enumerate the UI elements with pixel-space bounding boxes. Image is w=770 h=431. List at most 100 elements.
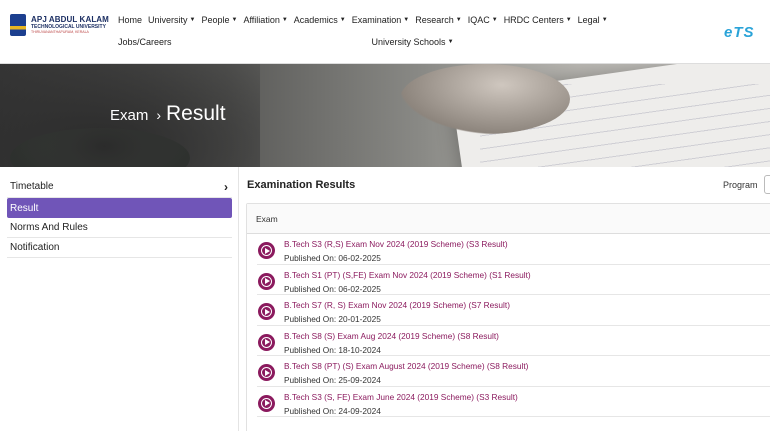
play-ring: [261, 367, 272, 378]
program-filter-label: Program: [723, 180, 758, 190]
logo-line-3: THIRUVANANTHAPURAM, KERALA: [31, 29, 89, 34]
play-circle-icon[interactable]: [258, 394, 275, 412]
caret-down-icon: ▼: [491, 17, 498, 23]
sidebar-item-notification[interactable]: Notification: [7, 238, 232, 258]
logo-line-2: TECHNOLOGICAL UNIVERSITY: [31, 23, 106, 30]
nav-item-label: Jobs/Careers: [118, 37, 172, 47]
result-title-link[interactable]: B.Tech S7 (R, S) Exam Nov 2024 (2019 Sch…: [284, 300, 510, 310]
page-title: Result: [166, 102, 226, 125]
sidebar: Timetable › Result Norms And Rules Notif…: [7, 176, 232, 258]
nav-item-label: Research: [415, 15, 454, 25]
play-ring: [261, 275, 272, 287]
content-divider: [238, 167, 239, 431]
logo-text: APJ ABDUL KALAM TECHNOLOGICAL UNIVERSITY…: [31, 14, 109, 35]
nav-item-research[interactable]: Research ▼: [415, 13, 461, 27]
play-triangle: [264, 369, 270, 376]
result-row[interactable]: B.Tech S3 (S, FE) Exam June 2024 (2019 S…: [257, 387, 770, 417]
caret-down-icon: ▼: [403, 17, 410, 23]
result-published-date: Published On: 06-02-2025: [284, 253, 381, 263]
nav-item-hrdc-centers[interactable]: HRDC Centers ▼: [504, 13, 572, 27]
page: APJ ABDUL KALAM TECHNOLOGICAL UNIVERSITY…: [0, 0, 770, 431]
play-ring: [261, 306, 272, 317]
sidebar-item-label: Timetable: [10, 181, 54, 192]
result-title-link[interactable]: B.Tech S1 (PT) (S,FE) Exam Nov 2024 (201…: [284, 270, 531, 280]
page-banner: Exam › Result: [0, 64, 770, 167]
result-row[interactable]: B.Tech S1 (PT) (S,FE) Exam Nov 2024 (201…: [257, 265, 770, 295]
play-triangle: [264, 400, 270, 406]
nav-item-people[interactable]: People ▼: [201, 13, 237, 27]
section-title: Examination Results: [247, 179, 356, 191]
nav-item-university[interactable]: University ▼: [148, 13, 195, 27]
results-list: B.Tech S3 (R,S) Exam Nov 2024 (2019 Sche…: [247, 234, 770, 417]
sidebar-item-label: Norms And Rules: [10, 222, 88, 233]
banner-hand-image: [400, 64, 570, 134]
caret-down-icon: ▼: [339, 17, 346, 23]
sidebar-item-norms-and-rules[interactable]: Norms And Rules: [7, 218, 232, 238]
sidebar-item-timetable[interactable]: Timetable ›: [7, 176, 232, 198]
result-published-date: Published On: 06-02-2025: [284, 283, 381, 294]
nav-item-label: Academics: [293, 15, 338, 25]
table-header: Exam: [247, 204, 770, 234]
play-ring: [261, 245, 272, 256]
caret-down-icon: ▼: [601, 17, 608, 23]
nav-item-label: People: [201, 15, 230, 25]
nav-item-label: Examination: [351, 15, 402, 25]
nav-item-jobs-careers[interactable]: Jobs/Careers: [118, 35, 172, 49]
play-ring: [261, 336, 272, 348]
nav-item-home[interactable]: Home: [118, 13, 142, 27]
program-filter-select[interactable]: [764, 175, 770, 194]
result-title-link[interactable]: B.Tech S8 (PT) (S) Exam August 2024 (201…: [284, 361, 528, 371]
result-published-date: Published On: 24-09-2024: [284, 405, 381, 416]
caret-down-icon: ▼: [281, 17, 288, 23]
nav-item-label: Home: [118, 15, 143, 25]
result-row[interactable]: B.Tech S8 (S) Exam Aug 2024 (2019 Scheme…: [257, 326, 770, 356]
play-circle-icon[interactable]: [258, 333, 275, 351]
sidebar-item-result[interactable]: Result: [7, 198, 232, 218]
nav-item-label: IQAC: [467, 15, 490, 25]
play-circle-icon[interactable]: [258, 242, 275, 259]
nav-item-label: Legal: [577, 15, 600, 25]
play-triangle: [264, 308, 270, 315]
result-title-link[interactable]: B.Tech S3 (S, FE) Exam June 2024 (2019 S…: [284, 392, 518, 402]
result-row[interactable]: B.Tech S3 (R,S) Exam Nov 2024 (2019 Sche…: [257, 234, 770, 265]
caret-down-icon: ▼: [189, 17, 196, 23]
breadcrumb: Exam › Result: [110, 102, 226, 126]
nav-item-examination[interactable]: Examination ▼: [352, 13, 409, 27]
play-ring: [261, 397, 272, 409]
result-title-link[interactable]: B.Tech S3 (R,S) Exam Nov 2024 (2019 Sche…: [284, 239, 508, 249]
nav-item-label: University Schools: [371, 37, 446, 47]
result-published-date: Published On: 25-09-2024: [284, 375, 381, 385]
logo-line-1: APJ ABDUL KALAM: [31, 14, 109, 24]
nav-item-legal[interactable]: Legal ▼: [578, 13, 608, 27]
sidebar-item-label: Result: [10, 202, 39, 214]
ets-logo[interactable]: eTS: [724, 24, 755, 41]
result-published-date: Published On: 18-10-2024: [284, 344, 381, 355]
breadcrumb-exam[interactable]: Exam: [110, 107, 148, 124]
result-row[interactable]: B.Tech S8 (PT) (S) Exam August 2024 (201…: [257, 356, 770, 387]
nav-item-label: Affiliation: [243, 15, 280, 25]
play-circle-icon[interactable]: [258, 272, 275, 290]
breadcrumb-separator-icon: ›: [156, 107, 162, 123]
caret-down-icon: ▼: [455, 17, 462, 23]
result-title-link[interactable]: B.Tech S8 (S) Exam Aug 2024 (2019 Scheme…: [284, 331, 499, 341]
university-logo[interactable]: APJ ABDUL KALAM TECHNOLOGICAL UNIVERSITY…: [10, 14, 109, 36]
chevron-right-icon: ›: [224, 179, 228, 194]
nav-item-university-schools[interactable]: University Schools ▼: [372, 35, 454, 49]
play-circle-icon[interactable]: [258, 364, 275, 381]
play-circle-icon[interactable]: [258, 303, 275, 320]
result-published-date: Published On: 20-01-2025: [284, 314, 381, 324]
caret-down-icon: ▼: [447, 39, 454, 45]
nav-item-affiliation[interactable]: Affiliation ▼: [243, 13, 287, 27]
caret-down-icon: ▼: [231, 17, 238, 23]
play-triangle: [264, 339, 270, 345]
caret-down-icon: ▼: [565, 17, 572, 23]
column-header-exam: Exam: [256, 213, 278, 224]
main-navigation: Home University ▼ People ▼ Affiliation ▼ Academ…: [118, 13, 678, 49]
nav-item-label: University: [148, 15, 188, 25]
nav-item-iqac[interactable]: IQAC ▼: [468, 13, 498, 27]
play-triangle: [264, 247, 270, 254]
sidebar-item-label: Notification: [10, 242, 60, 253]
play-triangle: [264, 278, 270, 284]
result-row[interactable]: B.Tech S7 (R, S) Exam Nov 2024 (2019 Sch…: [257, 295, 770, 326]
nav-item-academics[interactable]: Academics ▼: [294, 13, 346, 27]
